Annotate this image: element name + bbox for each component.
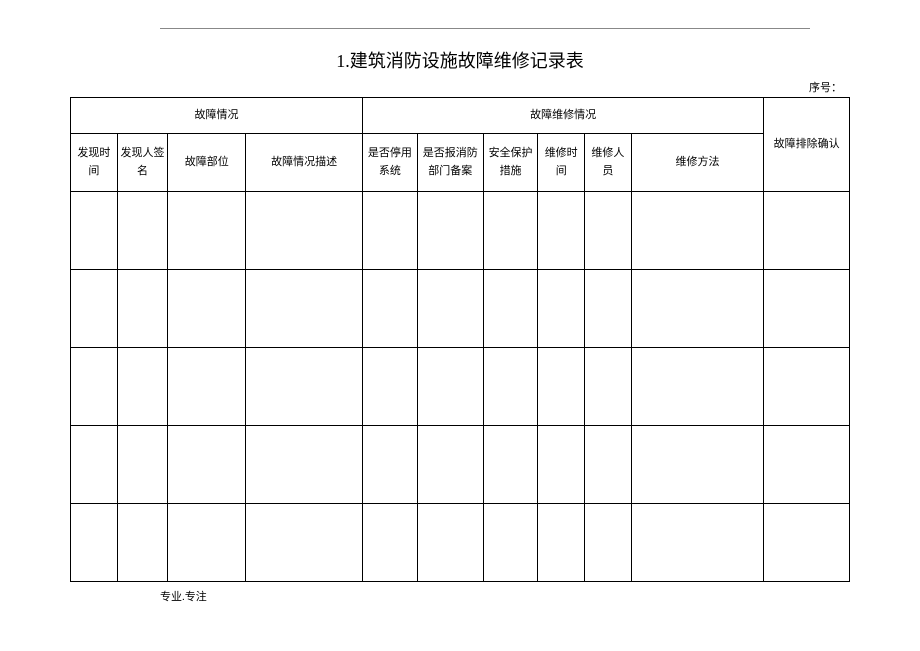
cell[interactable] [483, 504, 538, 582]
cell[interactable] [117, 270, 168, 348]
header-col3: 故障部位 [168, 134, 246, 192]
cell[interactable] [168, 192, 246, 270]
cell[interactable] [585, 426, 632, 504]
cell[interactable] [483, 192, 538, 270]
table-row [71, 192, 850, 270]
header-col1: 发现时间 [71, 134, 118, 192]
table-row [71, 348, 850, 426]
header-col4: 故障情况描述 [246, 134, 363, 192]
cell[interactable] [585, 270, 632, 348]
cell[interactable] [71, 270, 118, 348]
cell[interactable] [246, 504, 363, 582]
page-title: 1.建筑消防设施故障维修记录表 [70, 47, 850, 73]
cell[interactable] [168, 270, 246, 348]
header-col10: 维修方法 [631, 134, 763, 192]
cell[interactable] [117, 348, 168, 426]
cell[interactable] [363, 270, 418, 348]
cell[interactable] [483, 348, 538, 426]
cell[interactable] [363, 348, 418, 426]
footer-text: 专业.专注 [160, 588, 850, 604]
cell[interactable] [246, 348, 363, 426]
cell[interactable] [117, 192, 168, 270]
cell[interactable] [631, 192, 763, 270]
cell[interactable] [764, 426, 850, 504]
header-col5: 是否停用系统 [363, 134, 418, 192]
cell[interactable] [483, 270, 538, 348]
header-group-repair: 故障维修情况 [363, 98, 764, 134]
table-row [71, 270, 850, 348]
cell[interactable] [117, 504, 168, 582]
cell[interactable] [631, 348, 763, 426]
cell[interactable] [764, 348, 850, 426]
cell[interactable] [631, 426, 763, 504]
cell[interactable] [246, 426, 363, 504]
table-row [71, 426, 850, 504]
header-col6: 是否报消防部门备案 [417, 134, 483, 192]
cell[interactable] [363, 192, 418, 270]
header-group-fault: 故障情况 [71, 98, 363, 134]
top-divider [160, 28, 810, 29]
cell[interactable] [585, 504, 632, 582]
cell[interactable] [71, 426, 118, 504]
cell[interactable] [764, 192, 850, 270]
header-col8: 维修时间 [538, 134, 585, 192]
cell[interactable] [246, 270, 363, 348]
cell[interactable] [246, 192, 363, 270]
cell[interactable] [168, 426, 246, 504]
sequence-label: 序号： [70, 79, 842, 95]
cell[interactable] [71, 504, 118, 582]
header-confirm: 故障排除确认 [764, 98, 850, 192]
cell[interactable] [585, 348, 632, 426]
cell[interactable] [417, 270, 483, 348]
cell[interactable] [417, 504, 483, 582]
cell[interactable] [417, 348, 483, 426]
cell[interactable] [168, 348, 246, 426]
cell[interactable] [363, 426, 418, 504]
record-table: 故障情况 故障维修情况 故障排除确认 发现时间 发现人签名 故障部位 故障情况描… [70, 97, 850, 582]
cell[interactable] [168, 504, 246, 582]
cell[interactable] [631, 504, 763, 582]
cell[interactable] [631, 270, 763, 348]
cell[interactable] [538, 348, 585, 426]
cell[interactable] [764, 504, 850, 582]
cell[interactable] [363, 504, 418, 582]
cell[interactable] [71, 192, 118, 270]
cell[interactable] [538, 426, 585, 504]
cell[interactable] [538, 192, 585, 270]
cell[interactable] [483, 426, 538, 504]
cell[interactable] [417, 192, 483, 270]
cell[interactable] [117, 426, 168, 504]
cell[interactable] [585, 192, 632, 270]
cell[interactable] [538, 270, 585, 348]
cell[interactable] [538, 504, 585, 582]
cell[interactable] [417, 426, 483, 504]
cell[interactable] [71, 348, 118, 426]
table-row [71, 504, 850, 582]
header-col2: 发现人签名 [117, 134, 168, 192]
header-col7: 安全保护措施 [483, 134, 538, 192]
header-col9: 维修人员 [585, 134, 632, 192]
cell[interactable] [764, 270, 850, 348]
